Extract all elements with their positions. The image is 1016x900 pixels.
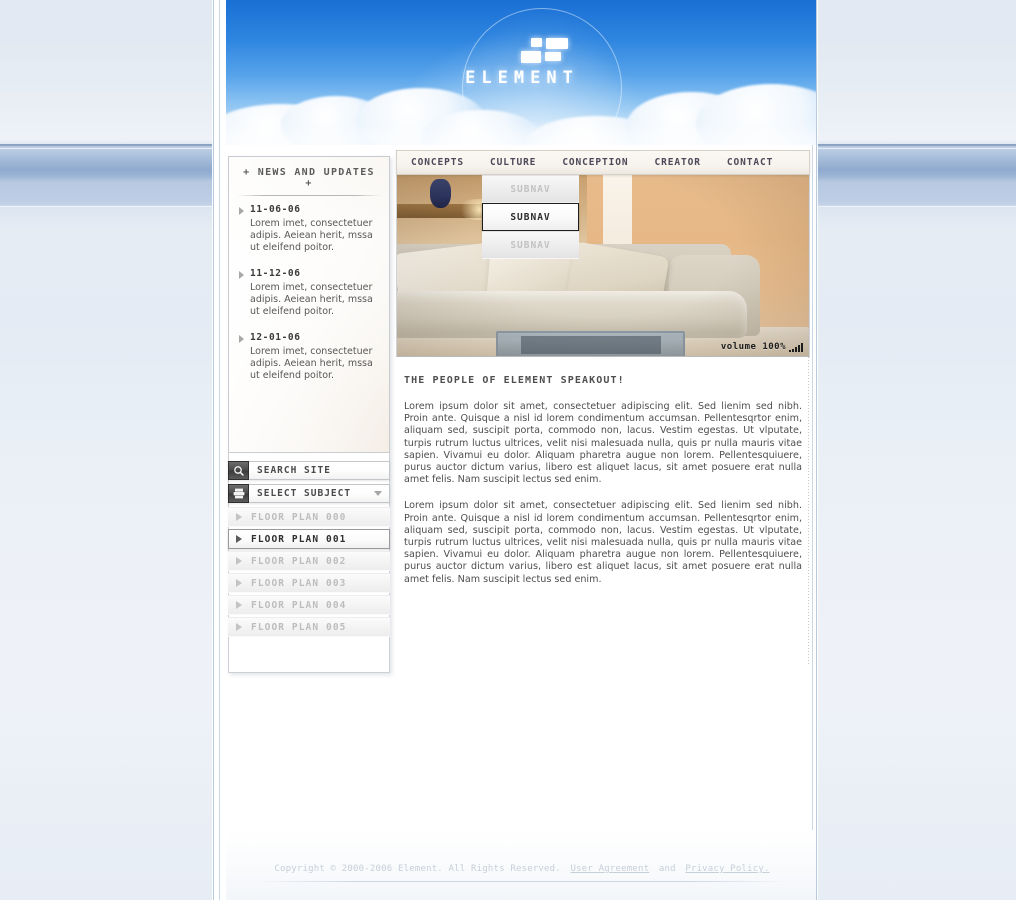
floor-plan-label: FLOOR PLAN 001 xyxy=(251,533,347,545)
dotted-divider-right xyxy=(808,195,809,665)
news-panel-heading: + NEWS AND UPDATES + xyxy=(243,167,375,189)
subnav-item-3[interactable]: SUBNAV xyxy=(482,231,579,259)
news-and-updates-panel: + NEWS AND UPDATES + 11-06-06 Lorem imet… xyxy=(228,156,390,453)
nav-item-conception[interactable]: CONCEPTION xyxy=(562,157,628,168)
arrow-right-icon xyxy=(236,623,242,631)
brand-wordmark: ELEMENT xyxy=(465,68,579,88)
site-frame: ELEMENT + NEWS AND UPDATES + 11-06-06 Lo… xyxy=(213,0,817,900)
site-inner-frame: ELEMENT + NEWS AND UPDATES + 11-06-06 Lo… xyxy=(219,0,816,900)
element-blocks-logo xyxy=(521,38,571,66)
user-agreement-link[interactable]: User Agreement xyxy=(571,864,650,874)
main-navigation: CONCEPTS CULTURE CONCEPTION CREATOR CONT… xyxy=(396,150,810,175)
privacy-policy-link[interactable]: Privacy Policy. xyxy=(685,864,769,874)
floor-plan-label: FLOOR PLAN 003 xyxy=(251,577,347,589)
select-subject-dropdown[interactable]: SELECT SUBJECT xyxy=(228,484,390,503)
news-item[interactable]: 11-06-06 Lorem imet, consectetuer adipis… xyxy=(229,204,389,254)
floor-plan-item-003[interactable]: FLOOR PLAN 003 xyxy=(228,573,390,593)
article-title: THE PEOPLE OF ELEMENT SPEAKOUT! xyxy=(404,375,625,386)
sidebar-tools: SEARCH SITE SELECT SUBJECT xyxy=(228,461,390,503)
subnav-item-2-selected[interactable]: SUBNAV xyxy=(482,203,579,231)
nav-item-concepts[interactable]: CONCEPTS xyxy=(411,157,464,168)
nav-item-culture[interactable]: CULTURE xyxy=(490,157,536,168)
news-item-body: Lorem imet, consectetuer adipis. Aeiean … xyxy=(250,218,373,253)
magnifier-icon xyxy=(228,461,249,480)
floor-plan-label: FLOOR PLAN 004 xyxy=(251,599,347,611)
footer-and: and xyxy=(658,864,676,874)
volume-indicator[interactable]: volume 100% xyxy=(721,342,803,352)
floor-plan-item-001[interactable]: FLOOR PLAN 001 xyxy=(228,529,390,549)
subnav-item-1[interactable]: SUBNAV xyxy=(482,175,579,203)
footer: Copyright © 2000-2006 Element. All Right… xyxy=(226,830,816,900)
subnav-dropdown: SUBNAV SUBNAV SUBNAV xyxy=(482,175,579,259)
list-icon xyxy=(228,484,249,503)
news-item-date: 12-01-06 xyxy=(239,332,380,343)
volume-label: volume 100% xyxy=(720,342,786,352)
news-item-date: 11-12-06 xyxy=(239,268,380,279)
search-site-label: SEARCH SITE xyxy=(257,465,331,476)
arrow-right-icon xyxy=(236,557,242,565)
article-paragraph: Lorem ipsum dolor sit amet, consectetuer… xyxy=(404,500,802,585)
search-site-button[interactable]: SEARCH SITE xyxy=(228,461,390,480)
news-item-date: 11-06-06 xyxy=(239,204,380,215)
floor-plan-label: FLOOR PLAN 002 xyxy=(251,555,347,567)
footer-copyright: Copyright © 2000-2006 Element. All Right… xyxy=(274,864,561,874)
floor-plan-item-004[interactable]: FLOOR PLAN 004 xyxy=(228,595,390,615)
arrow-right-icon xyxy=(236,579,242,587)
cloud-haze xyxy=(226,128,816,145)
news-item[interactable]: 12-01-06 Lorem imet, consectetuer adipis… xyxy=(229,332,389,382)
main-column: CONCEPTS CULTURE CONCEPTION CREATOR CONT… xyxy=(396,150,810,600)
arrow-right-icon xyxy=(236,513,242,521)
news-item-body: Lorem imet, consectetuer adipis. Aeiean … xyxy=(250,282,373,317)
volume-level-bars xyxy=(789,343,803,352)
page-background: ELEMENT + NEWS AND UPDATES + 11-06-06 Lo… xyxy=(0,0,1016,900)
nav-item-contact[interactable]: CONTACT xyxy=(727,157,773,168)
select-subject-label: SELECT SUBJECT xyxy=(257,488,352,499)
news-item-body: Lorem imet, consectetuer adipis. Aeiean … xyxy=(250,346,373,381)
hero-image: SUBNAV SUBNAV SUBNAV volume 100% xyxy=(396,175,810,357)
article: THE PEOPLE OF ELEMENT SPEAKOUT! Lorem ip… xyxy=(396,357,810,586)
floor-plan-label: FLOOR PLAN 005 xyxy=(251,621,347,633)
news-item[interactable]: 11-12-06 Lorem imet, consectetuer adipis… xyxy=(229,268,389,318)
chevron-down-icon xyxy=(374,491,382,496)
floor-plan-list: FLOOR PLAN 000 FLOOR PLAN 001 FLOOR PLAN… xyxy=(228,507,390,637)
nav-item-creator[interactable]: CREATOR xyxy=(655,157,701,168)
arrow-right-icon xyxy=(236,535,242,543)
floor-plan-item-005[interactable]: FLOOR PLAN 005 xyxy=(228,617,390,637)
footer-divider xyxy=(254,881,790,882)
arrow-right-icon xyxy=(236,601,242,609)
footer-text: Copyright © 2000-2006 Element. All Right… xyxy=(226,864,816,874)
floor-plan-item-002[interactable]: FLOOR PLAN 002 xyxy=(228,551,390,571)
floor-plan-item-000[interactable]: FLOOR PLAN 000 xyxy=(228,507,390,527)
left-column: + NEWS AND UPDATES + 11-06-06 Lorem imet… xyxy=(228,156,390,639)
header-banner: ELEMENT xyxy=(226,0,816,145)
hero-vignette xyxy=(397,175,809,356)
news-heading-divider xyxy=(237,195,381,196)
article-paragraph: Lorem ipsum dolor sit amet, consectetuer… xyxy=(404,401,802,486)
floor-plan-label: FLOOR PLAN 000 xyxy=(251,511,347,523)
